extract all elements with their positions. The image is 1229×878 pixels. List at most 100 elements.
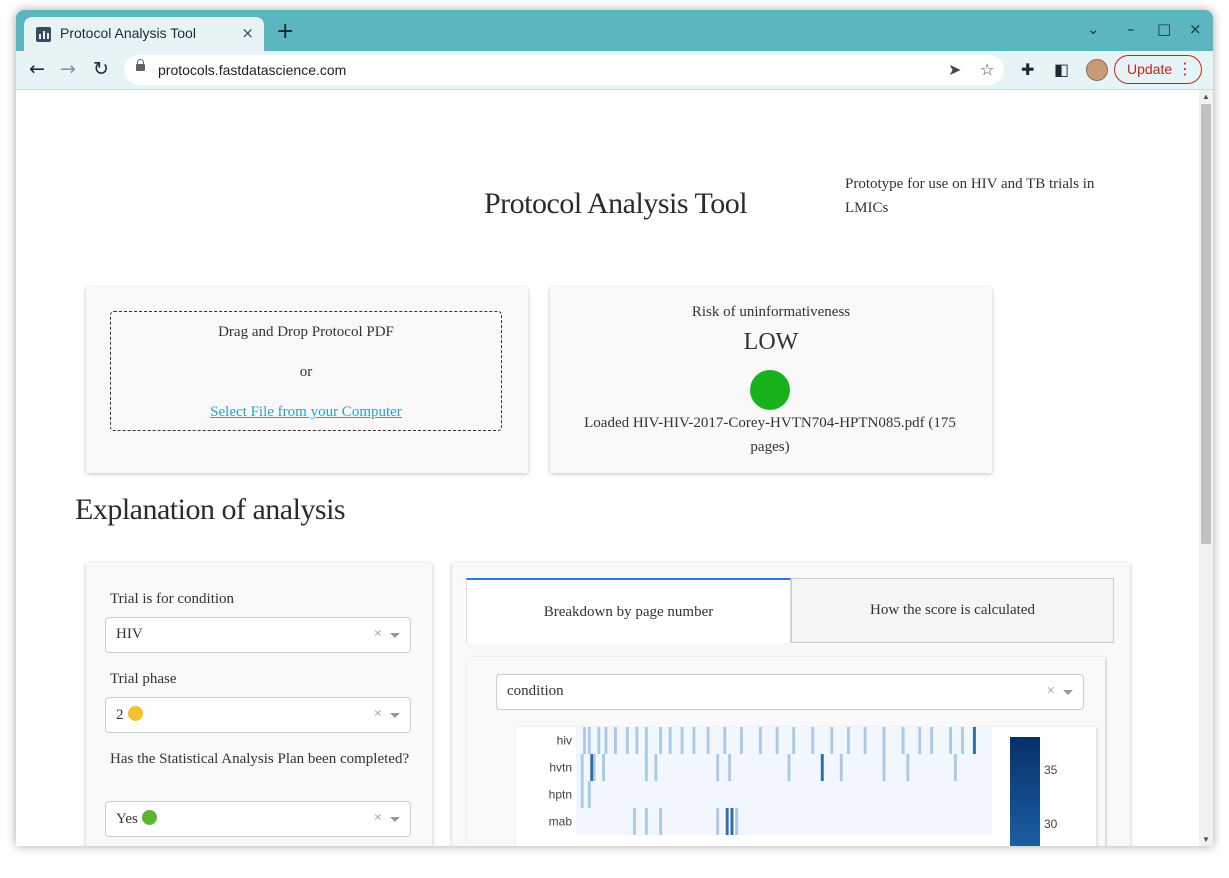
heatmap-cell	[587, 781, 591, 808]
browser-window: Protocol Analysis Tool × + ⌄ – □ × ← → ↻…	[16, 10, 1213, 846]
title-bar: Protocol Analysis Tool × + ⌄ – □ ×	[16, 10, 1213, 51]
tab-score-calculation[interactable]: How the score is calculated	[791, 578, 1114, 643]
page-title: Protocol Analysis Tool	[484, 187, 748, 220]
tab-close-icon[interactable]: ×	[241, 23, 254, 43]
heatmap-cell	[839, 754, 843, 781]
phase-select[interactable]: 2 ×	[105, 697, 411, 733]
breakdown-panel: condition × hiv hvtn hptn mab 35 30	[467, 657, 1105, 846]
heatmap-cell	[635, 727, 639, 754]
reload-icon[interactable]: ↻	[93, 57, 109, 81]
chart-favicon-icon	[36, 27, 51, 42]
heatmap-row-bg	[576, 727, 992, 754]
condition-select[interactable]: HIV ×	[105, 617, 411, 653]
heatmap-card: hiv hvtn hptn mab 35 30	[516, 727, 1096, 846]
heatmap-cell	[597, 727, 601, 754]
trial-settings-card: Trial is for condition HIV × Trial phase…	[86, 563, 432, 846]
select-file-link[interactable]: Select File from your Computer	[210, 404, 402, 420]
side-panel-icon[interactable]: ◧	[1054, 59, 1069, 81]
page-scrollbar[interactable]: ▲ ▼	[1199, 90, 1213, 846]
browser-toolbar: ← → ↻ protocols.fastdatascience.com ➤ ☆ …	[16, 51, 1213, 90]
condition-value: HIV	[116, 626, 143, 642]
sap-select[interactable]: Yes ×	[105, 801, 411, 837]
heatmap-cell	[654, 754, 658, 781]
scrollbar-thumb[interactable]	[1201, 104, 1211, 544]
heatmap-row-bg	[576, 808, 992, 835]
heatmap-cell-strong	[590, 754, 594, 781]
risk-value: LOW	[743, 329, 799, 355]
risk-label: Risk of uninformativeness	[691, 304, 851, 320]
heatmap-cell	[906, 754, 910, 781]
minimize-icon[interactable]: –	[1127, 19, 1135, 39]
browser-tab[interactable]: Protocol Analysis Tool ×	[24, 17, 264, 51]
heatmap-cell	[787, 754, 791, 781]
heatmap-cell	[587, 727, 591, 754]
heatmap-cell	[668, 727, 672, 754]
profile-avatar[interactable]	[1086, 59, 1108, 81]
heatmap-chart: hiv hvtn hptn mab 35 30	[549, 727, 1058, 846]
update-label: Update	[1127, 61, 1173, 77]
risk-card: Risk of uninformativeness LOW Loaded HIV…	[550, 287, 992, 473]
heatmap-cell-strong	[820, 754, 824, 781]
heatmap-cell	[759, 727, 762, 754]
chevron-down-icon[interactable]	[1063, 690, 1073, 695]
phase-value: 2	[116, 706, 143, 724]
tab-search-icon[interactable]: ⌄	[1087, 19, 1100, 39]
update-button[interactable]: Update ⋮	[1114, 55, 1202, 84]
heatmap-cell	[949, 727, 953, 754]
extensions-puzzle-icon[interactable]: ✚	[1021, 59, 1034, 81]
chevron-down-icon[interactable]	[390, 633, 400, 638]
heatmap-cell	[614, 727, 617, 754]
heatmap-cell	[735, 808, 739, 835]
bookmark-star-icon[interactable]: ☆	[980, 59, 994, 81]
heatmap-cell	[863, 727, 867, 754]
close-window-icon[interactable]: ×	[1189, 19, 1202, 39]
tab-title: Protocol Analysis Tool	[60, 25, 196, 41]
colorbar-tick-label: 30	[1044, 817, 1058, 831]
clear-icon[interactable]: ×	[374, 704, 382, 724]
green-circle-icon	[141, 810, 157, 825]
heatmap-cell-strong	[730, 808, 734, 835]
tab-breakdown[interactable]: Breakdown by page number	[466, 578, 791, 643]
heatmap-row-label: hptn	[549, 788, 572, 802]
colorbar-tick-label: 35	[1044, 763, 1058, 777]
heatmap-cell	[846, 727, 850, 754]
heatmap-cell	[625, 727, 629, 754]
breakdown-select[interactable]: condition ×	[496, 674, 1084, 710]
upload-card: Drag and Drop Protocol PDF or Select Fil…	[86, 287, 528, 473]
heatmap-cell	[723, 727, 727, 754]
sap-label: Has the Statistical Analysis Plan been c…	[110, 751, 410, 767]
heatmap-row-label: hvtn	[549, 761, 572, 775]
heatmap-cell	[644, 808, 648, 835]
url-text: protocols.fastdatascience.com	[158, 62, 347, 78]
or-text: or	[299, 364, 313, 380]
heatmap-cell	[830, 727, 834, 754]
heatmap-row-bg	[576, 781, 992, 808]
chevron-down-icon[interactable]	[390, 817, 400, 822]
heatmap-cell	[728, 754, 731, 781]
heatmap-cell	[680, 727, 684, 754]
lock-icon	[136, 59, 145, 71]
phase-label: Trial phase	[110, 671, 177, 687]
heatmap-cell	[792, 727, 796, 754]
heatmap-cell-strong	[972, 727, 976, 754]
menu-dots-icon[interactable]: ⋮	[1177, 59, 1193, 79]
address-bar[interactable]: protocols.fastdatascience.com ➤ ☆	[124, 55, 1004, 85]
clear-icon[interactable]: ×	[1047, 681, 1055, 701]
chevron-down-icon[interactable]	[390, 713, 400, 718]
heatmap-cell	[882, 754, 886, 781]
maximize-icon[interactable]: □	[1157, 19, 1171, 39]
new-tab-button[interactable]: +	[276, 21, 294, 43]
heatmap-cell	[583, 727, 586, 754]
clear-icon[interactable]: ×	[374, 624, 382, 644]
pdf-dropzone[interactable]: Drag and Drop Protocol PDF or Select Fil…	[110, 311, 502, 431]
forward-arrow-icon[interactable]: →	[60, 57, 76, 81]
heatmap-cell-strong	[725, 808, 729, 835]
heatmap-row-bg	[576, 754, 992, 781]
scroll-down-icon[interactable]: ▼	[1202, 835, 1210, 844]
heatmap-cell	[961, 727, 964, 754]
clear-icon[interactable]: ×	[374, 808, 382, 828]
heatmap-cell	[811, 727, 815, 754]
back-arrow-icon[interactable]: ←	[29, 57, 45, 81]
scroll-up-icon[interactable]: ▲	[1202, 92, 1210, 101]
send-icon[interactable]: ➤	[948, 59, 961, 81]
